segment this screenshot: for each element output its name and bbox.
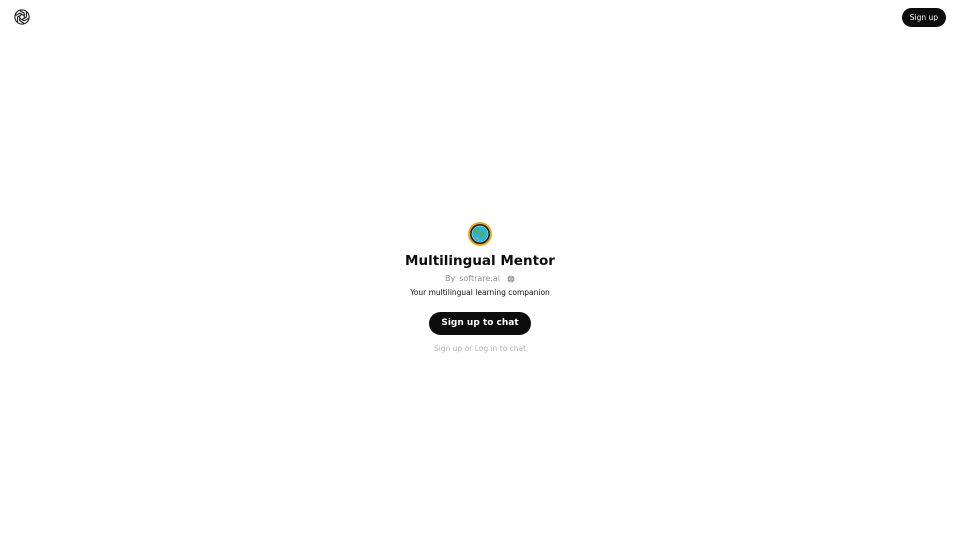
- auth-prompt: Sign up or Log in to chat: [434, 343, 526, 355]
- signup-button-label: Sign up: [909, 13, 938, 22]
- to-chat-text: to chat: [499, 344, 527, 353]
- globe-icon: [507, 275, 515, 283]
- gpt-intro: Multilingual Mentor By softrare.ai Your …: [0, 222, 960, 355]
- or-text: or: [464, 344, 473, 353]
- signup-to-chat-label: Sign up to chat: [441, 318, 519, 328]
- globe-avatar-icon: [468, 222, 492, 246]
- signup-link[interactable]: Sign up: [434, 344, 462, 353]
- login-link[interactable]: Log in: [475, 344, 498, 353]
- signup-button[interactable]: Sign up: [901, 8, 946, 27]
- gpt-title: Multilingual Mentor: [405, 253, 555, 269]
- author-name: softrare.ai: [459, 274, 500, 283]
- gpt-description: Your multilingual learning companion: [410, 288, 550, 297]
- signup-to-chat-button[interactable]: Sign up to chat: [429, 312, 531, 335]
- page: Sign up Multilingual Mentor By softrare.…: [0, 0, 960, 540]
- gpt-byline: By softrare.ai: [445, 273, 515, 285]
- openai-logo-icon[interactable]: [13, 8, 31, 26]
- byline-prefix: By: [444, 274, 456, 283]
